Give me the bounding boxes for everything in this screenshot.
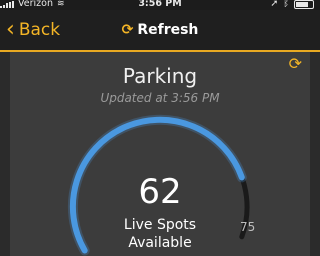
location-icon: ➚ [270, 0, 279, 9]
live-spots-label: Live Spots [123, 217, 197, 233]
battery-icon [294, 0, 314, 9]
nav-bar: ‹ Back ⟳ Refresh [0, 10, 320, 52]
gauge-max-value: 75 [240, 220, 256, 234]
refresh-button[interactable]: ⟳ Refresh [0, 22, 320, 38]
refresh-icon: ⟳ [121, 22, 134, 38]
status-right-icons: ➚ ᛒ [270, 0, 314, 9]
available-label: Available [128, 235, 192, 251]
refresh-label: Refresh [137, 22, 199, 38]
status-bar: Verizon ≋ 3:56 PM ➚ ᛒ [0, 0, 320, 10]
live-spots-count: 62 [138, 172, 182, 212]
parking-card: ⟳ Parking Updated at 3:56 PM 62 Live Spo… [10, 52, 310, 256]
bluetooth-icon: ᛒ [283, 0, 289, 9]
